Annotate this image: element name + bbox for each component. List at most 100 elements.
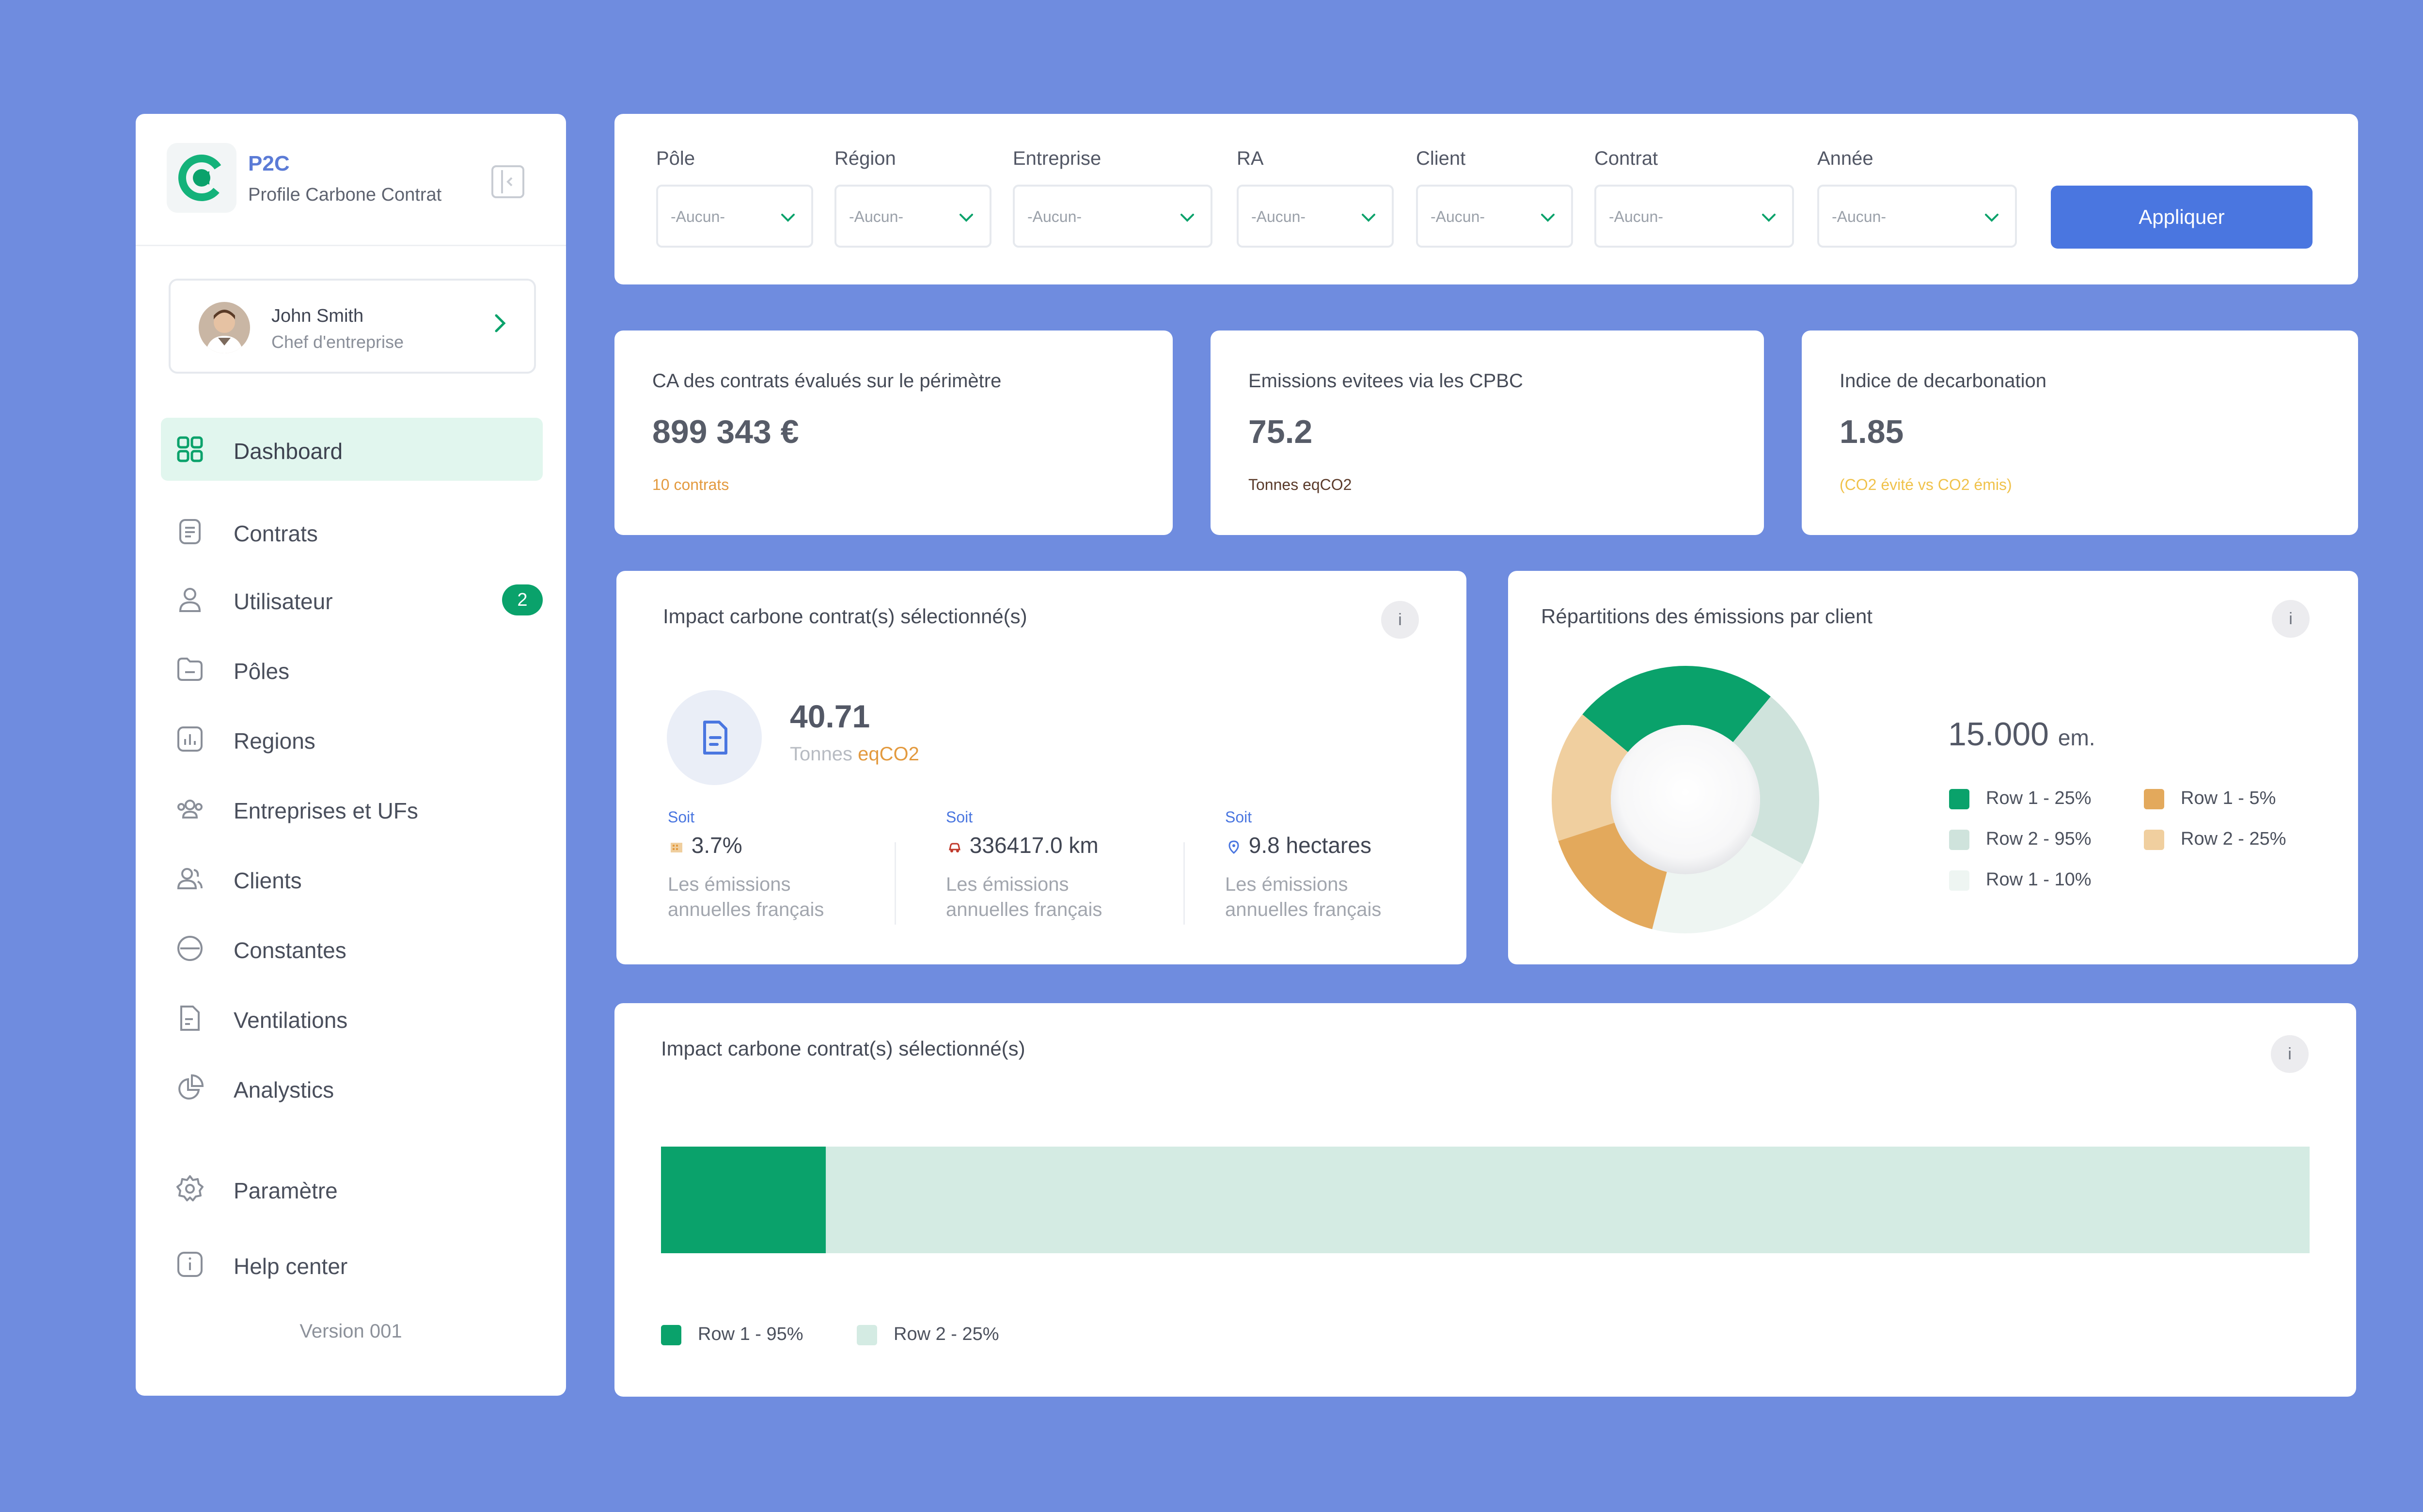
legend-label: Row 2 - 25%: [894, 1324, 999, 1344]
sidebar-item-utilisateur[interactable]: Utilisateur 2: [161, 568, 543, 631]
filter-entreprise: Entreprise -Aucun-: [1013, 148, 1212, 248]
filter-label: Pôle: [656, 148, 695, 169]
pole-select[interactable]: -Aucun-: [656, 185, 813, 248]
legend-label: Row 2 - 95%: [1986, 829, 2092, 849]
sidebar-item-label: Ventilations: [234, 1008, 348, 1033]
ra-select[interactable]: -Aucun-: [1237, 185, 1394, 248]
pie-chart-icon: [178, 1074, 204, 1100]
legend-swatch: [857, 1325, 877, 1345]
filter-label: RA: [1237, 148, 1264, 169]
soit-value: 3.7%: [668, 832, 910, 861]
building-icon: [671, 842, 682, 852]
soit-description: Les émissions annuelles français: [668, 872, 910, 922]
impact-card: Impact carbone contrat(s) sélectionné(s)…: [616, 571, 1466, 964]
soit-desc-line: annuelles français: [1225, 899, 1382, 920]
collapse-sidebar-button[interactable]: [491, 165, 524, 198]
sidebar-item-label: Clients: [234, 868, 302, 893]
annee-select[interactable]: -Aucun-: [1817, 185, 2017, 248]
kpi-value: 75.2: [1248, 413, 1313, 450]
filter-label: Année: [1817, 148, 1873, 169]
legend-swatch: [1949, 870, 1969, 891]
impact-bar-card: Impact carbone contrat(s) sélectionné(s)…: [614, 1003, 2356, 1397]
apply-button[interactable]: Appliquer: [2051, 186, 2313, 249]
entreprise-select[interactable]: -Aucun-: [1013, 185, 1212, 248]
sidebar-item-entreprises[interactable]: Entreprises et UFs: [161, 777, 543, 840]
equivalent-distance: Soit 336417.0 km Les émissions annuelles…: [946, 808, 1188, 922]
legend-label: Row 1 - 95%: [698, 1324, 803, 1344]
donut-total-value: 15.000: [1948, 716, 2049, 753]
grid-icon: [177, 436, 203, 462]
users-group-icon: [177, 800, 203, 819]
donut-total-unit: em.: [2058, 725, 2095, 750]
sidebar-item-dashboard[interactable]: Dashboard: [161, 418, 543, 481]
user-role: Chef d'entreprise: [271, 332, 404, 352]
filter-label: Client: [1416, 148, 1466, 169]
panel-title: Répartitions des émissions par client: [1541, 605, 1872, 628]
sidebar-item-label: Regions: [234, 728, 315, 754]
emissions-by-client-card: Répartitions des émissions par client i …: [1508, 571, 2358, 964]
car-icon: [949, 843, 960, 852]
panel-title: Impact carbone contrat(s) sélectionné(s): [663, 605, 1027, 628]
contrat-select[interactable]: -Aucun-: [1594, 185, 1794, 248]
legend-swatch: [2144, 830, 2164, 850]
legend-label: Row 1 - 5%: [2181, 788, 2276, 808]
minus-circle-icon: [177, 936, 203, 961]
sidebar-divider: [136, 245, 566, 246]
info-button[interactable]: i: [2271, 1035, 2309, 1073]
chevron-down-icon: [1541, 214, 1555, 222]
info-button[interactable]: i: [1381, 601, 1419, 639]
soit-value-text: 3.7%: [691, 833, 742, 858]
chevron-down-icon: [781, 214, 795, 222]
sidebar-item-ventilations[interactable]: Ventilations: [161, 987, 543, 1050]
kpi-value: 1.85: [1840, 413, 1904, 450]
soit-label: Soit: [668, 808, 695, 826]
select-value: -Aucun-: [1251, 208, 1306, 225]
chevron-down-icon: [1762, 214, 1776, 222]
region-select[interactable]: -Aucun-: [834, 185, 991, 248]
brand-name: P2C: [248, 152, 290, 175]
soit-desc-line: annuelles français: [668, 899, 824, 920]
donut-total: 15.000 em.: [1948, 715, 2095, 753]
sidebar-item-label: Pôles: [234, 659, 290, 684]
filter-ra: RA -Aucun-: [1237, 148, 1394, 248]
bar-segment[interactable]: [826, 1147, 2310, 1253]
kpi-subtitle: 10 contrats: [652, 476, 729, 493]
file-icon: [180, 1006, 200, 1031]
location-icon: [1228, 840, 1239, 854]
select-value: -Aucun-: [1027, 208, 1082, 225]
chevron-down-icon: [1180, 214, 1194, 222]
sidebar-item-label: Contrats: [234, 521, 318, 546]
soit-description: Les émissions annuelles français: [946, 872, 1188, 922]
brand-subtitle: Profile Carbone Contrat: [248, 185, 442, 205]
notification-badge: 2: [502, 584, 543, 615]
chevron-down-icon: [960, 214, 973, 222]
sidebar-item-constantes[interactable]: Constantes: [161, 917, 543, 980]
soit-desc-line: Les émissions: [1225, 874, 1348, 895]
kpi-title: Emissions evitees via les CPBC: [1248, 370, 1523, 392]
filter-client: Client -Aucun-: [1416, 148, 1573, 248]
sidebar-item-contrats[interactable]: Contrats: [161, 500, 543, 563]
avatar: [199, 302, 250, 353]
client-select[interactable]: -Aucun-: [1416, 185, 1573, 248]
sidebar-item-label: Entreprises et UFs: [234, 798, 418, 823]
sidebar-item-poles[interactable]: Pôles: [161, 638, 543, 701]
sidebar-item-clients[interactable]: Clients: [161, 847, 543, 910]
sidebar-item-help-center[interactable]: Help center: [161, 1233, 543, 1296]
info-button[interactable]: i: [2272, 600, 2310, 638]
sidebar-item-parametre[interactable]: Paramètre: [161, 1157, 543, 1220]
user-icon: [179, 588, 201, 612]
sidebar-item-regions[interactable]: Regions: [161, 708, 543, 771]
document-icon: [703, 721, 727, 755]
unit-prefix: Tonnes: [790, 743, 852, 765]
logo: [167, 143, 236, 213]
bar-segment[interactable]: [661, 1147, 826, 1253]
gear-icon: [176, 1175, 204, 1201]
kpi-title: CA des contrats évalués sur le périmètre: [652, 370, 1002, 392]
user-profile-card[interactable]: John Smith Chef d'entreprise: [169, 279, 536, 374]
chevron-down-icon: [1985, 214, 1998, 222]
sidebar-item-label: Help center: [234, 1254, 348, 1279]
filter-label: Contrat: [1594, 148, 1658, 169]
filter-pole: Pôle -Aucun-: [656, 148, 813, 248]
sidebar-item-analytics[interactable]: Analystics: [161, 1056, 543, 1119]
sidebar-item-label: Analystics: [234, 1077, 334, 1102]
